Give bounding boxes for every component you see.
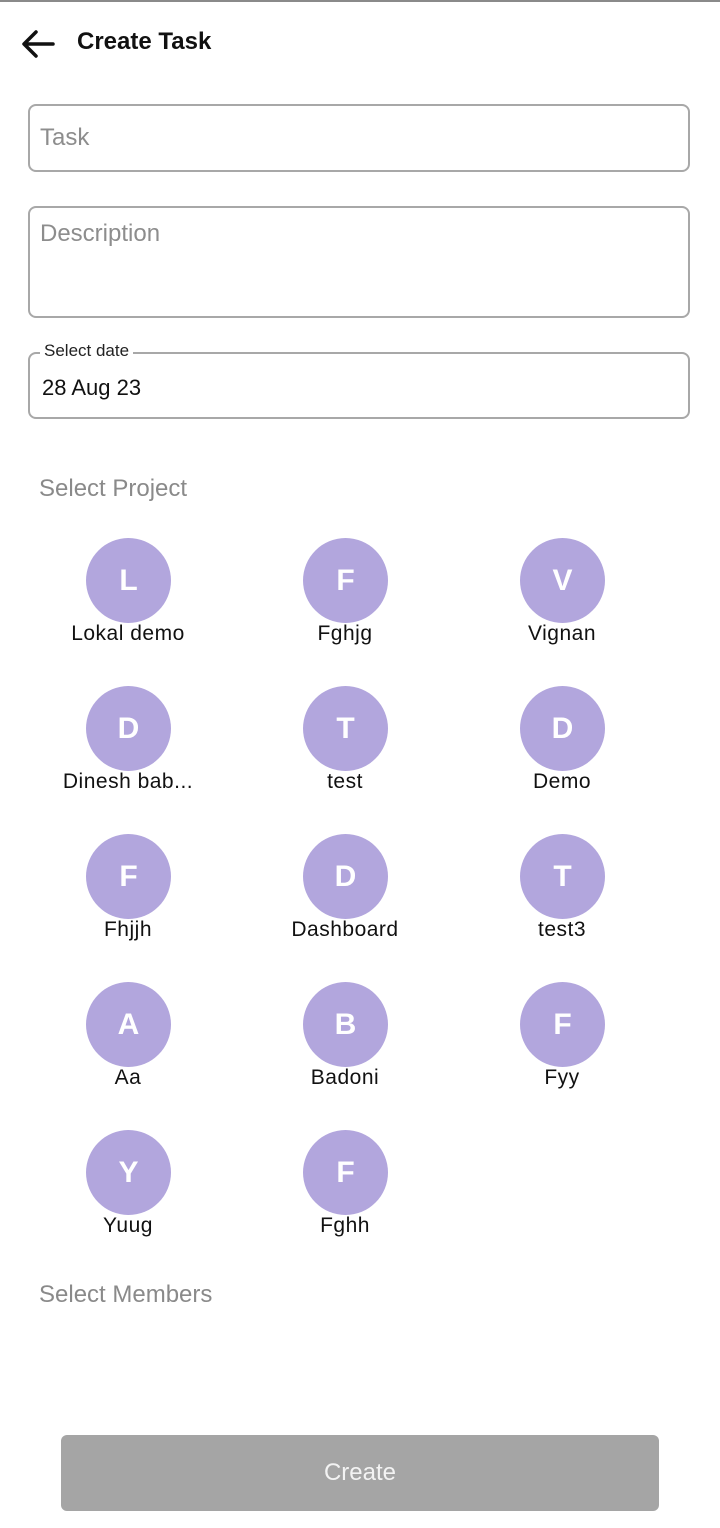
project-avatar: F: [520, 982, 605, 1067]
page-title: Create Task: [77, 28, 212, 55]
project-avatar: D: [303, 834, 388, 919]
project-item[interactable]: Ttest3: [462, 834, 662, 964]
project-item[interactable]: Y Yuug: [28, 1130, 228, 1260]
project-avatar: V: [520, 538, 605, 623]
select-members-label: Select Members: [39, 1281, 213, 1308]
project-item[interactable]: L Lokal demo: [28, 538, 228, 668]
project-avatar: T: [520, 834, 605, 919]
project-name: Dashboard: [291, 918, 399, 941]
project-item[interactable]: F Fhjjh: [28, 834, 228, 964]
project-avatar: F: [303, 1130, 388, 1215]
description-field[interactable]: [28, 206, 690, 318]
project-name: Fhjjh: [103, 918, 153, 941]
project-item[interactable]: D Dashboard: [245, 834, 445, 964]
project-item[interactable]: V Vignan: [462, 538, 662, 668]
project-avatar: T: [303, 686, 388, 771]
description-input[interactable]: [30, 208, 688, 316]
project-avatar: D: [520, 686, 605, 771]
project-name: Yuug: [103, 1214, 153, 1237]
arrow-left-icon: [22, 30, 55, 58]
create-button[interactable]: Create: [61, 1435, 659, 1511]
project-name: Vignan: [527, 622, 596, 645]
task-field[interactable]: [28, 104, 690, 172]
date-value: 28 Aug 23: [42, 375, 142, 400]
project-name: Badoni: [310, 1066, 380, 1089]
project-name: test3: [537, 918, 587, 941]
project-avatar: B: [303, 982, 388, 1067]
task-input[interactable]: [30, 106, 688, 170]
date-field[interactable]: Select date 28 Aug 23: [28, 341, 690, 419]
project-avatar: F: [303, 538, 388, 623]
project-name: Lokal demo: [71, 622, 185, 645]
project-name: Dinesh bab...: [62, 770, 194, 793]
project-item[interactable]: D Dinesh bab...: [28, 686, 228, 816]
select-project-label: Select Project: [39, 475, 188, 502]
top-divider: [0, 0, 720, 2]
project-name: Demo: [532, 770, 592, 793]
project-item[interactable]: F Fghjg: [245, 538, 445, 668]
project-avatar: A: [86, 982, 171, 1067]
project-item[interactable]: D Demo: [462, 686, 662, 816]
project-avatar: F: [86, 834, 171, 919]
project-avatar: Y: [86, 1130, 171, 1215]
project-name: Fyy: [544, 1066, 580, 1089]
project-item[interactable]: F Fyy: [462, 982, 662, 1112]
project-item[interactable]: F Fghh: [245, 1130, 445, 1260]
project-name: Fghjg: [317, 622, 373, 645]
project-item[interactable]: Ttest: [245, 686, 445, 816]
project-name: Aa: [114, 1066, 142, 1089]
project-avatar: D: [86, 686, 171, 771]
app-bar: Create Task: [0, 20, 720, 68]
project-item[interactable]: B Badoni: [245, 982, 445, 1112]
project-avatar: L: [86, 538, 171, 623]
project-name: Fghh: [320, 1214, 370, 1237]
project-name: test: [327, 770, 363, 793]
back-button[interactable]: [14, 20, 62, 68]
date-field-label: Select date: [40, 341, 134, 361]
project-item[interactable]: A Aa: [28, 982, 228, 1112]
